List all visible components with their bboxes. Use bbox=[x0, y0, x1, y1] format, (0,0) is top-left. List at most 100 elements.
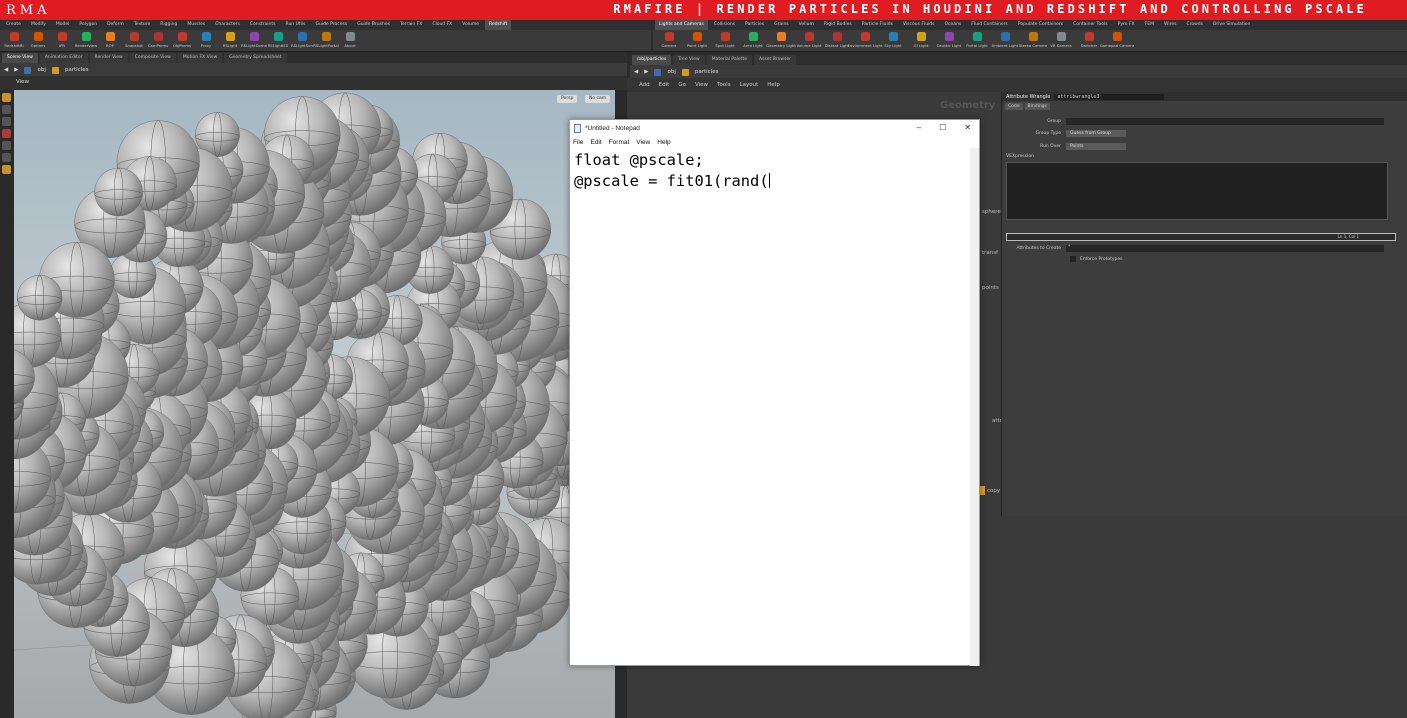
shelf-tab-polygon[interactable]: Polygon bbox=[75, 20, 101, 30]
forward-icon[interactable]: ▶ bbox=[644, 69, 648, 75]
shelf-tool-rslightdome[interactable]: RSLightDome bbox=[241, 32, 267, 48]
shelf-tool-environment-light[interactable]: Environment Light bbox=[848, 32, 882, 48]
menu-help[interactable]: Help bbox=[767, 82, 780, 88]
menu-format[interactable]: Format bbox=[609, 139, 630, 146]
menu-go[interactable]: Go bbox=[678, 82, 686, 88]
shelf-tool-about[interactable]: About bbox=[340, 32, 360, 48]
shelf-tab-fluid-containers[interactable]: Fluid Containers bbox=[967, 20, 1012, 30]
shelf-tab-vellum[interactable]: Vellum bbox=[795, 20, 818, 30]
persp-button[interactable]: Persp bbox=[557, 95, 578, 103]
back-icon[interactable]: ◀ bbox=[4, 67, 8, 73]
path-particles[interactable]: particles bbox=[65, 67, 89, 73]
pane-tab-animation-editor[interactable]: Animation Editor bbox=[39, 53, 88, 63]
forward-icon[interactable]: ▶ bbox=[14, 67, 18, 73]
path-obj[interactable]: obj bbox=[667, 69, 675, 75]
shelf-tool-vr-camera[interactable]: VR Camera bbox=[1049, 32, 1073, 48]
back-icon[interactable]: ◀ bbox=[634, 69, 638, 75]
menu-add[interactable]: Add bbox=[639, 82, 650, 88]
shelf-tool-camera[interactable]: Camera bbox=[657, 32, 681, 48]
shelf-tab-cloud-fx[interactable]: Cloud FX bbox=[428, 20, 456, 30]
menu-tools[interactable]: Tools bbox=[717, 82, 731, 88]
shelf-tool-point-light[interactable]: Point Light bbox=[685, 32, 709, 48]
shelf-tool-rslighties[interactable]: RSLightIES bbox=[268, 32, 288, 48]
shelf-tool-gi-light[interactable]: GI Light bbox=[909, 32, 933, 48]
enforce-checkbox[interactable] bbox=[1070, 256, 1076, 262]
attr-create-field[interactable]: * bbox=[1066, 245, 1384, 252]
shelf-tab-wires[interactable]: Wires bbox=[1160, 20, 1180, 30]
shelf-tool-rslightportal[interactable]: RSLightPortal bbox=[313, 32, 339, 48]
pane-tab-tree-view[interactable]: Tree View bbox=[673, 55, 705, 65]
shelf-tab-fem[interactable]: FEM bbox=[1141, 20, 1158, 30]
shelf-tab-grains[interactable]: Grains bbox=[770, 20, 793, 30]
shelf-tool-switcher[interactable]: Switcher bbox=[1077, 32, 1101, 48]
menu-view[interactable]: View bbox=[636, 139, 650, 146]
shelf-tab-guide-process[interactable]: Guide Process bbox=[312, 20, 352, 30]
shelf-tab-model[interactable]: Model bbox=[52, 20, 74, 30]
vexpression-editor[interactable] bbox=[1006, 162, 1388, 220]
shelf-tab-deform[interactable]: Deform bbox=[103, 20, 128, 30]
menu-file[interactable]: File bbox=[573, 139, 583, 146]
shelf-tab-particle-fluids[interactable]: Particle Fluids bbox=[858, 20, 897, 30]
pane-tab-geometry-spreadsheet[interactable]: Geometry Spreadsheet bbox=[224, 53, 287, 63]
menu-help[interactable]: Help bbox=[657, 139, 670, 146]
pane-tab-composite-view[interactable]: Composite View bbox=[129, 53, 176, 63]
shelf-tool-snapshot[interactable]: Snapshot bbox=[124, 32, 144, 48]
shelf-tab-collisions[interactable]: Collisions bbox=[710, 20, 739, 30]
shelf-tool-rslightsun[interactable]: RSLightSun bbox=[291, 32, 313, 48]
shelf-tab-guide-brushes[interactable]: Guide Brushes bbox=[353, 20, 394, 30]
maximize-icon[interactable]: ☐ bbox=[939, 123, 946, 132]
shelf-tab-crowds[interactable]: Crowds bbox=[1182, 20, 1207, 30]
shelf-tab-modify[interactable]: Modify bbox=[27, 20, 50, 30]
node-name-field[interactable]: attribwrangle3 bbox=[1054, 93, 1165, 100]
shelf-tab-volume[interactable]: Volume bbox=[458, 20, 483, 30]
tab-code[interactable]: Code bbox=[1005, 103, 1023, 110]
shelf-tool-options[interactable]: Options bbox=[28, 32, 48, 48]
shelf-tool-stereo-camera[interactable]: Stereo Camera bbox=[1019, 32, 1047, 48]
select-tool-icon[interactable] bbox=[2, 93, 11, 102]
shelf-tool-spot-light[interactable]: Spot Light bbox=[713, 32, 737, 48]
shelf-tab-create[interactable]: Create bbox=[2, 20, 25, 30]
node-copy[interactable]: copy bbox=[987, 488, 1000, 494]
node-transform[interactable]: transf bbox=[982, 250, 998, 256]
shelf-tool-objparms[interactable]: ObjParms bbox=[172, 32, 192, 48]
minimize-icon[interactable]: – bbox=[917, 123, 921, 132]
node-sphere[interactable]: sphere bbox=[982, 209, 1001, 215]
tab-bindings[interactable]: Bindings bbox=[1024, 103, 1050, 110]
shelf-tool-ipr[interactable]: IPR bbox=[52, 32, 72, 48]
handle-tool-icon[interactable] bbox=[2, 141, 11, 150]
shelf-tab-container-tools[interactable]: Container Tools bbox=[1069, 20, 1112, 30]
camera-button[interactable]: No cam bbox=[585, 95, 611, 103]
shelf-tab-drive-simulation[interactable]: Drive Simulation bbox=[1209, 20, 1254, 30]
path-particles[interactable]: particles bbox=[695, 69, 719, 75]
shelf-tool-portal-light[interactable]: Portal Light bbox=[965, 32, 989, 48]
menu-view[interactable]: View bbox=[695, 82, 708, 88]
pane-tab-asset-browser[interactable]: Asset Browser bbox=[754, 55, 796, 65]
node-points[interactable]: points bbox=[982, 285, 999, 291]
path-obj[interactable]: obj bbox=[37, 67, 45, 73]
run-over-dropdown[interactable]: Points bbox=[1066, 143, 1126, 150]
close-icon[interactable]: ✕ bbox=[964, 123, 971, 132]
menu-edit[interactable]: Edit bbox=[659, 82, 670, 88]
rotate-tool-icon[interactable] bbox=[2, 117, 11, 126]
shelf-tool-rop[interactable]: ROP bbox=[100, 32, 120, 48]
3d-viewport[interactable]: Persp No cam bbox=[14, 90, 615, 718]
shelf-tab-pyro-fx[interactable]: Pyro FX bbox=[1114, 20, 1139, 30]
shelf-tool-ambient-light[interactable]: Ambient Light bbox=[992, 32, 1018, 48]
shelf-tab-rigging[interactable]: Rigging bbox=[156, 20, 181, 30]
pane-tab-motion-fx-view[interactable]: Motion FX View bbox=[177, 53, 223, 63]
shelf-tool-volume-light[interactable]: Volume Light bbox=[797, 32, 821, 48]
shelf-tab-rigid-bodies[interactable]: Rigid Bodies bbox=[820, 20, 856, 30]
shelf-tool-camparms[interactable]: CamParms bbox=[148, 32, 168, 48]
snap-tool-icon[interactable] bbox=[2, 165, 11, 174]
shelf-tool-geometry-light[interactable]: Geometry Light bbox=[766, 32, 796, 48]
shelf-tool-redshiftri[interactable]: RedshiftRI bbox=[4, 32, 24, 48]
menu-edit[interactable]: Edit bbox=[590, 139, 601, 146]
shelf-tab-terrain-fx[interactable]: Terrain FX bbox=[396, 20, 426, 30]
shelf-tab-lights-and-cameras[interactable]: Lights and Cameras bbox=[655, 20, 708, 30]
shelf-tab-particles[interactable]: Particles bbox=[741, 20, 768, 30]
shelf-tool-distant-light[interactable]: Distant Light bbox=[825, 32, 849, 48]
scale-tool-icon[interactable] bbox=[2, 129, 11, 138]
pose-tool-icon[interactable] bbox=[2, 153, 11, 162]
shelf-tab-muscles[interactable]: Muscles bbox=[183, 20, 209, 30]
pane-tab-scene-view[interactable]: Scene View bbox=[2, 53, 38, 63]
